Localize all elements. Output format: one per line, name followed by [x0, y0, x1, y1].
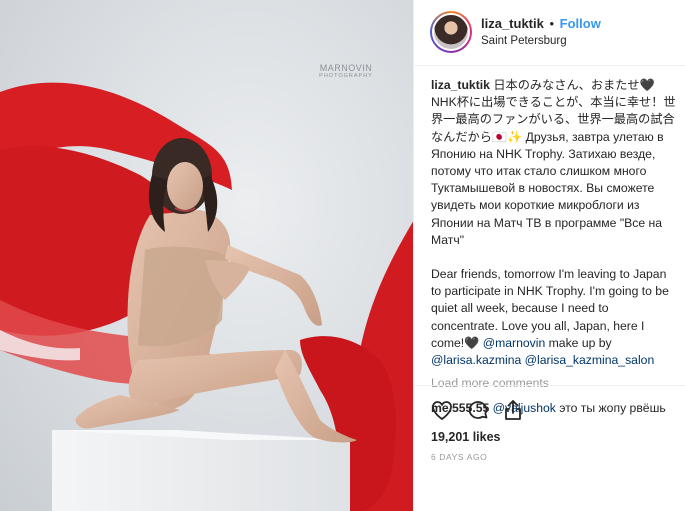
mention-link-larisa-kazmina-salon[interactable]: @larisa_kazmina_salon — [525, 353, 655, 367]
caption-username-link[interactable]: liza_tuktik — [431, 78, 490, 92]
post-actions: 19,201 likes 6 DAYS AGO — [414, 385, 685, 469]
comment-icon — [468, 401, 488, 419]
caption-text-makeup: make up by — [545, 335, 616, 350]
likes-count[interactable]: 19,201 likes — [431, 430, 501, 444]
post-header: liza_tuktik • Follow Saint Petersburg — [414, 0, 685, 66]
caption: liza_tuktik 日本のみなさん、おまたせ🖤 NHK杯に出場できることが、… — [431, 77, 677, 249]
share-icon — [505, 400, 521, 420]
caption-english: Dear friends, tomorrow I'm leaving to Ja… — [431, 266, 677, 369]
post-photo[interactable]: MARNOVIN PHOTOGRAPHY — [0, 0, 414, 511]
photographer-watermark: MARNOVIN PHOTOGRAPHY — [316, 64, 376, 80]
heart-icon — [432, 401, 452, 421]
post-timestamp[interactable]: 6 DAYS AGO — [431, 452, 487, 462]
watermark-sub: PHOTOGRAPHY — [319, 73, 373, 79]
share-button[interactable] — [501, 398, 527, 424]
avatar[interactable] — [430, 11, 472, 53]
header-username-link[interactable]: liza_tuktik — [481, 16, 544, 31]
location-link[interactable]: Saint Petersburg — [481, 35, 567, 47]
mention-link-larisa-kazmina[interactable]: @larisa.kazmina — [431, 353, 521, 367]
username-row: liza_tuktik • Follow — [481, 16, 601, 31]
comments-section: liza_tuktik 日本のみなさん、おまたせ🖤 NHK杯に出場できることが、… — [431, 77, 677, 418]
comment-button[interactable] — [466, 398, 492, 424]
header-separator: • — [549, 16, 555, 31]
like-button[interactable] — [430, 398, 456, 424]
post-side-panel: liza_tuktik • Follow Saint Petersburg li… — [414, 0, 685, 511]
mention-link-marnovin[interactable]: @marnovin — [483, 336, 546, 350]
follow-button[interactable]: Follow — [560, 16, 601, 31]
avatar-image — [432, 13, 470, 51]
caption-text-ru: 日本のみなさん、おまたせ🖤 NHK杯に出場できることが、本当に幸せ！世界一最高の… — [431, 78, 676, 247]
watermark-main: MARNOVIN — [319, 63, 373, 73]
